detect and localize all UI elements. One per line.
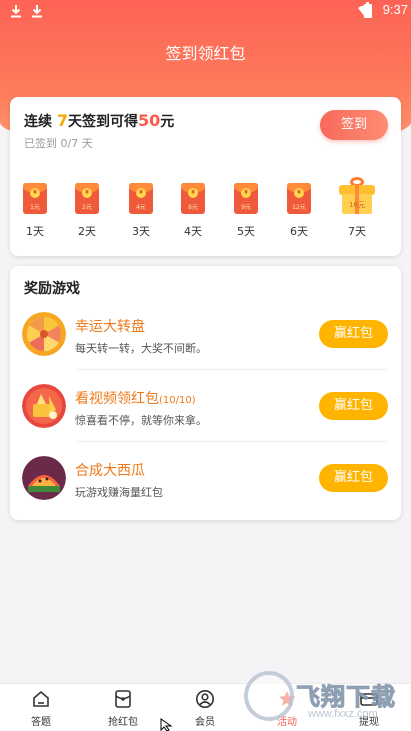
watermark-logo-icon — [244, 671, 294, 721]
headline-amount: 50 — [138, 111, 161, 130]
download-icon — [11, 5, 21, 18]
mouse-cursor-icon — [160, 718, 173, 731]
game-name: 幸运大转盘 — [75, 319, 145, 335]
watermark-url: www.fxxz.com — [308, 708, 378, 720]
headline-prefix: 连续 — [24, 114, 52, 130]
reward-amount: 1元 — [30, 204, 40, 211]
watermark-text: 飞翔下载 — [296, 683, 396, 712]
reward-amount: 16元 — [349, 201, 365, 209]
user-icon — [196, 690, 214, 708]
download-icon — [32, 5, 42, 18]
headline-middle: 天签到可得 — [68, 114, 139, 130]
tab-label: 会员 — [195, 717, 215, 728]
day-label: 1天 — [26, 225, 44, 238]
day-label: 4天 — [184, 225, 202, 238]
game-row-wheel[interactable]: 幸运大转盘 每天转一转，大奖不间断。 赢红包 — [10, 298, 401, 370]
coin-icon: ¥ — [241, 188, 251, 198]
coin-icon: ¥ — [136, 188, 146, 198]
day-label: 3天 — [132, 225, 150, 238]
red-packet-icon: ¥ 2元 — [75, 183, 99, 214]
game-title: 合成大西瓜 — [75, 460, 145, 480]
section-title: 奖励游戏 — [24, 281, 80, 297]
red-packet-icon: ¥ 9元 — [234, 183, 258, 214]
day-reward-7[interactable]: 16元 7天 — [337, 177, 377, 239]
reward-amount: 4元 — [136, 204, 146, 211]
day-reward-5[interactable]: ¥ 9元 5天 — [231, 183, 261, 239]
game-title: 看视频领红包(10/10) — [75, 388, 196, 408]
day-label: 2天 — [78, 225, 96, 238]
game-name: 看视频领红包 — [75, 391, 159, 407]
win-red-packet-button[interactable]: 赢红包 — [319, 464, 388, 492]
coin-icon: ¥ — [188, 188, 198, 198]
game-description: 惊喜看不停，就等你来拿。 — [75, 414, 207, 427]
signin-headline: 连续 7天签到可得50元 — [24, 111, 174, 131]
game-title: 幸运大转盘 — [75, 316, 145, 336]
page-title: 签到领红包 — [165, 44, 246, 63]
headline-suffix: 元 — [160, 114, 175, 130]
watermelon-icon — [22, 456, 66, 500]
headline-days: 7 — [56, 111, 69, 130]
tab-label: 答题 — [31, 717, 51, 728]
view-count: (10/10) — [159, 395, 196, 406]
red-packet-icon: ¥ 1元 — [23, 183, 47, 214]
home-icon — [33, 690, 49, 707]
tab-answer[interactable]: 答题 — [0, 684, 82, 731]
lucky-wheel-icon — [22, 312, 66, 356]
reward-amount: 6元 — [188, 204, 198, 211]
win-red-packet-button[interactable]: 赢红包 — [319, 320, 388, 348]
day-label: 7天 — [348, 225, 366, 238]
signin-progress: 已签到 0/7 天 — [24, 137, 93, 150]
day-reward-3[interactable]: ¥ 4元 3天 — [126, 183, 156, 239]
game-name: 合成大西瓜 — [75, 463, 145, 479]
tab-member[interactable]: 会员 — [164, 684, 246, 731]
red-packet-icon: ¥ 4元 — [129, 183, 153, 214]
day-reward-1[interactable]: ¥ 1元 1天 — [20, 183, 50, 239]
watermark: 飞翔下载 www.fxxz.com — [244, 671, 411, 723]
coin-icon: ¥ — [294, 188, 304, 198]
red-packet-icon: ¥ 6元 — [181, 183, 205, 214]
reward-amount: 9元 — [241, 204, 251, 211]
coin-icon: ¥ — [30, 188, 40, 198]
signin-card: 连续 7天签到可得50元 已签到 0/7 天 签到 ¥ 1元 1天 ¥ 2元 2… — [10, 97, 401, 256]
day-reward-6[interactable]: ¥ 12元 6天 — [284, 183, 314, 239]
day-label: 6天 — [290, 225, 308, 238]
tab-grab-red-packet[interactable]: 抢红包 — [82, 684, 164, 731]
day-label: 5天 — [237, 225, 255, 238]
game-row-watermelon[interactable]: 合成大西瓜 玩游戏赚海量红包 赢红包 — [10, 442, 401, 514]
video-gift-icon — [22, 384, 66, 428]
red-packet-icon: ¥ 12元 — [287, 183, 311, 214]
day-reward-4[interactable]: ¥ 6元 4天 — [178, 183, 208, 239]
status-time: 9:37 — [382, 2, 408, 17]
reward-amount: 12元 — [292, 204, 306, 211]
gift-box-icon: 16元 — [338, 177, 376, 214]
game-description: 每天转一转，大奖不间断。 — [75, 342, 207, 355]
reward-games-card: 奖励游戏 幸运大转盘 每天转一转，大奖不间断。 赢红包 看视频领红包(10/10… — [10, 266, 401, 520]
battery-icon — [364, 2, 372, 18]
status-bar: 9:37 — [0, 0, 411, 24]
game-row-video[interactable]: 看视频领红包(10/10) 惊喜看不停，就等你来拿。 赢红包 — [10, 370, 401, 442]
coin-icon: ¥ — [82, 188, 92, 198]
signin-button[interactable]: 签到 — [320, 110, 388, 140]
red-packet-icon — [115, 690, 131, 708]
tab-label: 抢红包 — [108, 717, 138, 728]
win-red-packet-button[interactable]: 赢红包 — [319, 392, 388, 420]
reward-amount: 2元 — [82, 204, 92, 211]
game-description: 玩游戏赚海量红包 — [75, 486, 163, 499]
day-reward-2[interactable]: ¥ 2元 2天 — [72, 183, 102, 239]
